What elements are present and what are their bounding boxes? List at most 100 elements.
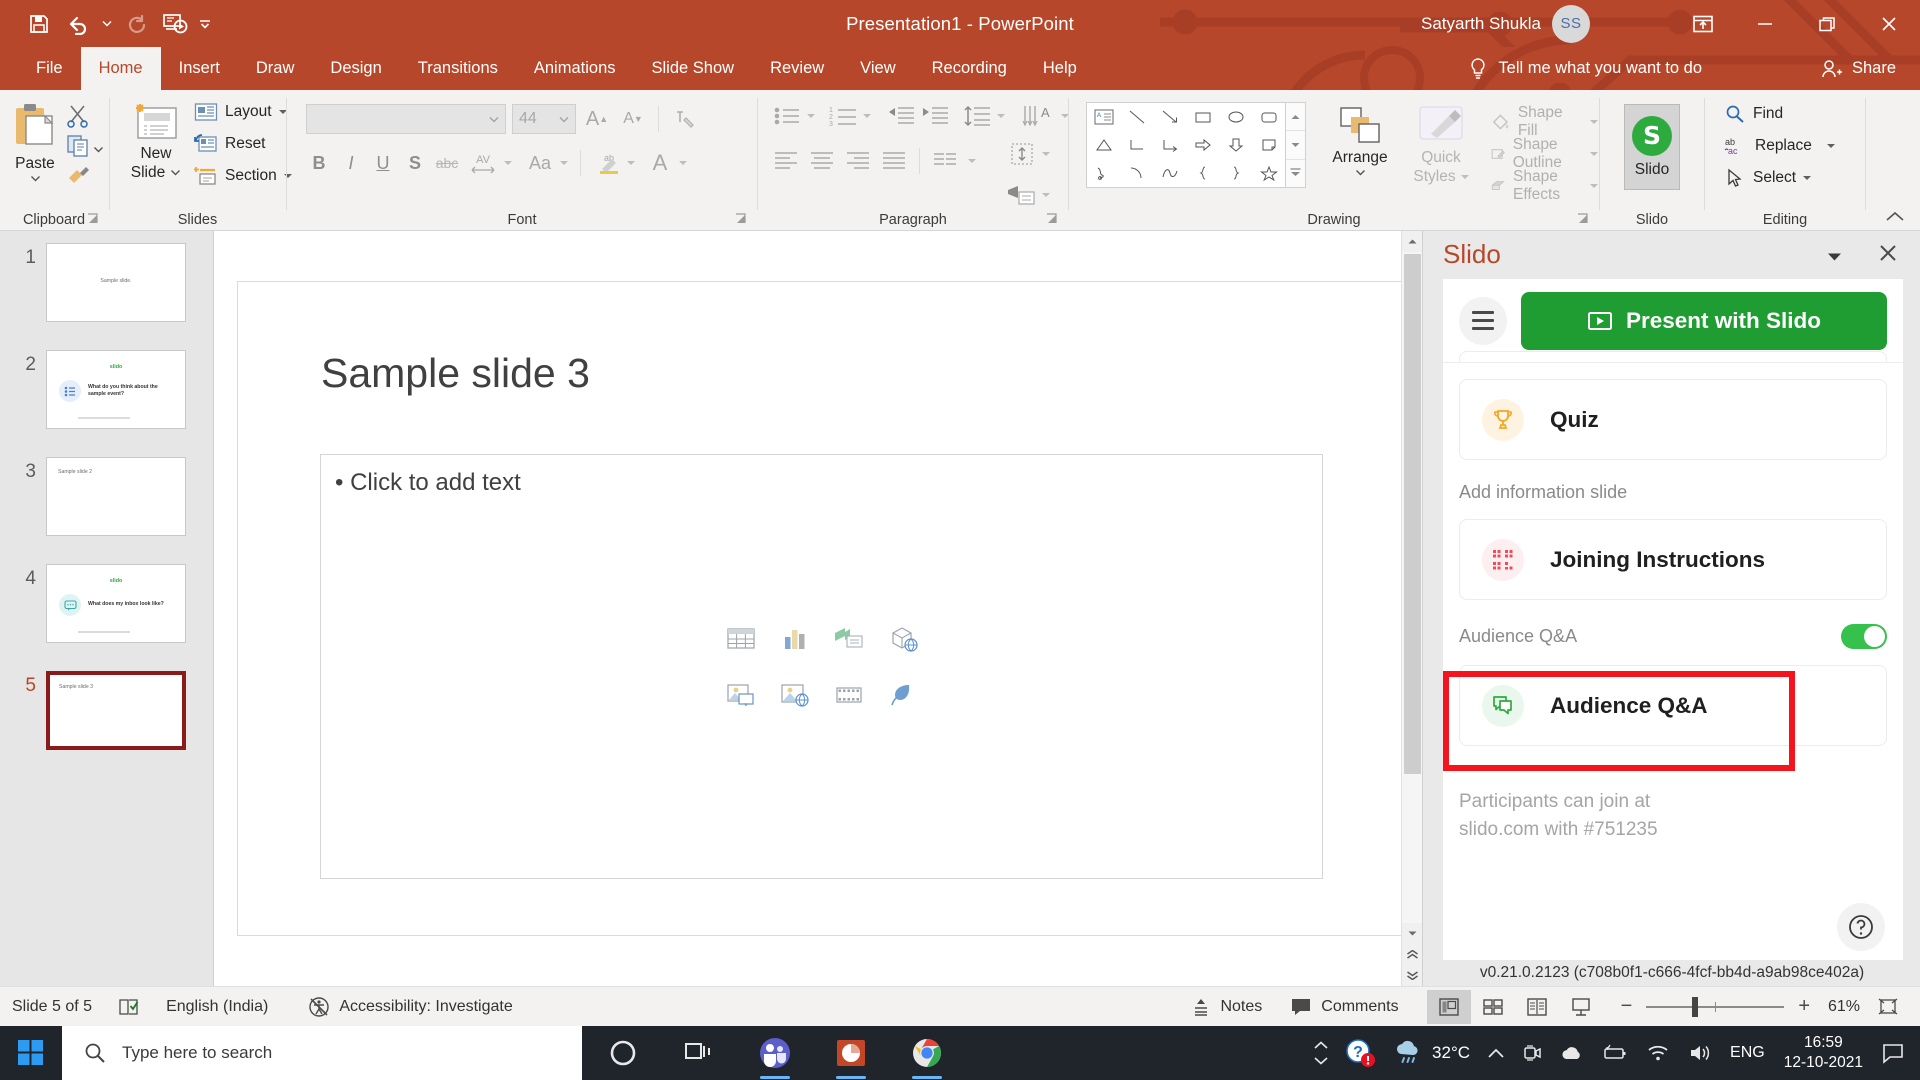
next-slide-icon[interactable] bbox=[1402, 965, 1423, 986]
minimize-icon[interactable] bbox=[1734, 0, 1796, 47]
zoom-in-button[interactable]: + bbox=[1794, 995, 1814, 1018]
decrease-font-size-button[interactable]: A ▼ bbox=[618, 104, 648, 134]
undo-icon[interactable] bbox=[60, 7, 94, 41]
shape-left-brace-icon[interactable] bbox=[1186, 159, 1219, 187]
task-pane-options-icon[interactable] bbox=[1827, 249, 1842, 267]
partial-card-above[interactable] bbox=[1459, 351, 1887, 363]
arrange-dropdown-icon[interactable] bbox=[1355, 169, 1366, 176]
thumbnail-item-5[interactable]: 5 Sample slide 3 bbox=[0, 671, 213, 750]
onedrive-icon[interactable] bbox=[1551, 1026, 1593, 1080]
shape-right-brace-icon[interactable] bbox=[1219, 159, 1252, 187]
shape-rectangle-icon[interactable] bbox=[1186, 103, 1219, 131]
smartart-dropdown-icon[interactable] bbox=[1042, 193, 1050, 197]
columns-dropdown-icon[interactable] bbox=[968, 159, 976, 163]
slido-card-quiz[interactable]: Quiz bbox=[1459, 379, 1887, 460]
shape-fill-dropdown-icon[interactable] bbox=[1590, 120, 1598, 124]
share-button[interactable]: Share bbox=[1821, 47, 1896, 90]
find-button[interactable]: Find bbox=[1724, 104, 1783, 124]
text-highlight-color-button[interactable]: ab bbox=[593, 148, 625, 178]
volume-icon[interactable] bbox=[1679, 1026, 1721, 1080]
section-button[interactable]: Section bbox=[194, 166, 292, 186]
shape-scribble-icon[interactable] bbox=[1087, 159, 1120, 187]
strikethrough-button[interactable]: abc bbox=[432, 148, 462, 178]
slido-ribbon-button[interactable]: S Slido bbox=[1624, 104, 1680, 190]
drawing-dialog-launcher-icon[interactable] bbox=[1576, 212, 1590, 226]
language-status[interactable]: English (India) bbox=[166, 998, 268, 1016]
tab-review[interactable]: Review bbox=[752, 47, 842, 90]
shape-right-arrow-icon[interactable] bbox=[1186, 131, 1219, 159]
help-notification-icon[interactable]: ? bbox=[1336, 1026, 1384, 1080]
pictures-icon[interactable] bbox=[714, 668, 768, 722]
zoom-slider[interactable]: − + bbox=[1617, 995, 1814, 1018]
format-painter-button[interactable] bbox=[66, 164, 92, 191]
close-task-pane-icon[interactable] bbox=[1878, 243, 1898, 268]
change-case-dropdown-icon[interactable] bbox=[560, 161, 568, 165]
shape-elbow-connector-icon[interactable] bbox=[1120, 131, 1153, 159]
select-dropdown-icon[interactable] bbox=[1803, 176, 1812, 180]
icons-icon[interactable] bbox=[876, 668, 930, 722]
tab-design[interactable]: Design bbox=[312, 47, 399, 90]
close-icon[interactable] bbox=[1858, 0, 1920, 47]
text-direction-icon[interactable]: A bbox=[1021, 104, 1055, 128]
scroll-up-icon[interactable] bbox=[1402, 231, 1423, 252]
thumbnail-slide[interactable]: slido What do you think about the sample… bbox=[46, 350, 186, 429]
align-left-icon[interactable] bbox=[773, 150, 799, 172]
start-button[interactable] bbox=[0, 1026, 62, 1080]
shape-arrow-icon[interactable] bbox=[1153, 103, 1186, 131]
numbering-icon[interactable]: 123 bbox=[829, 105, 857, 127]
copy-button[interactable] bbox=[66, 134, 92, 163]
line-spacing-dropdown-icon[interactable] bbox=[997, 114, 1005, 118]
decrease-indent-icon[interactable] bbox=[887, 105, 915, 127]
select-button[interactable]: Select bbox=[1724, 168, 1812, 188]
customize-quick-access-toolbar-icon[interactable] bbox=[196, 7, 214, 41]
cortana-icon[interactable] bbox=[600, 1026, 646, 1080]
underline-button[interactable]: U bbox=[368, 148, 398, 178]
font-name-input[interactable] bbox=[306, 104, 506, 134]
smartart-icon[interactable] bbox=[822, 612, 876, 666]
spellcheck-button[interactable] bbox=[118, 997, 140, 1017]
paragraph-dialog-launcher-icon[interactable] bbox=[1045, 212, 1059, 226]
shape-down-arrow-icon[interactable] bbox=[1219, 131, 1252, 159]
shape-oval-icon[interactable] bbox=[1219, 103, 1252, 131]
align-right-icon[interactable] bbox=[845, 150, 871, 172]
text-highlight-dropdown-icon[interactable] bbox=[627, 161, 635, 165]
restore-icon[interactable] bbox=[1796, 0, 1858, 47]
numbering-dropdown-icon[interactable] bbox=[863, 114, 871, 118]
shape-fill-button[interactable]: Shape Fill bbox=[1490, 104, 1598, 140]
shape-outline-dropdown-icon[interactable] bbox=[1590, 152, 1598, 156]
slide-vertical-scrollbar[interactable] bbox=[1401, 231, 1423, 986]
clear-formatting-button[interactable] bbox=[669, 104, 699, 134]
action-center-icon[interactable] bbox=[1873, 1026, 1920, 1080]
scrollbar-thumb[interactable] bbox=[1404, 254, 1421, 774]
tell-me-search[interactable]: Tell me what you want to do bbox=[1469, 47, 1702, 90]
zoom-level-label[interactable]: 61% bbox=[1814, 998, 1860, 1016]
italic-button[interactable]: I bbox=[336, 148, 366, 178]
battery-icon[interactable] bbox=[1593, 1026, 1637, 1080]
avatar[interactable]: SS bbox=[1552, 4, 1590, 43]
tab-file[interactable]: File bbox=[18, 47, 81, 90]
line-spacing-icon[interactable] bbox=[963, 105, 991, 127]
tab-animations[interactable]: Animations bbox=[516, 47, 634, 90]
slide-editor[interactable]: Sample slide 3 • Click to add text bbox=[237, 281, 1404, 936]
shapes-more-icon[interactable] bbox=[1286, 160, 1305, 187]
replace-button[interactable]: ab ac Replace bbox=[1724, 136, 1835, 156]
paste-button[interactable]: Paste bbox=[12, 102, 58, 182]
reading-view-button[interactable] bbox=[1515, 990, 1559, 1024]
3d-model-icon[interactable] bbox=[876, 612, 930, 666]
bullets-dropdown-icon[interactable] bbox=[807, 114, 815, 118]
shape-folded-corner-icon[interactable] bbox=[1252, 131, 1285, 159]
wifi-icon[interactable] bbox=[1637, 1026, 1679, 1080]
collapse-ribbon-icon[interactable] bbox=[1884, 210, 1906, 224]
account-area[interactable]: Satyarth Shukla SS bbox=[1421, 0, 1590, 47]
tab-insert[interactable]: Insert bbox=[161, 47, 238, 90]
shapes-gallery-scrollbar[interactable] bbox=[1286, 102, 1306, 188]
thumbnail-slide-selected[interactable]: Sample slide 3 bbox=[46, 671, 186, 750]
shapes-scroll-up-icon[interactable] bbox=[1286, 103, 1305, 132]
clipboard-dropdown-icon[interactable] bbox=[93, 140, 104, 158]
clipboard-dialog-launcher-icon[interactable] bbox=[86, 212, 100, 226]
cut-button[interactable] bbox=[66, 104, 92, 133]
chart-icon[interactable] bbox=[768, 612, 822, 666]
help-icon[interactable] bbox=[1837, 903, 1885, 951]
slido-card-joining-instructions[interactable]: Joining Instructions bbox=[1459, 519, 1887, 600]
align-center-icon[interactable] bbox=[809, 150, 835, 172]
